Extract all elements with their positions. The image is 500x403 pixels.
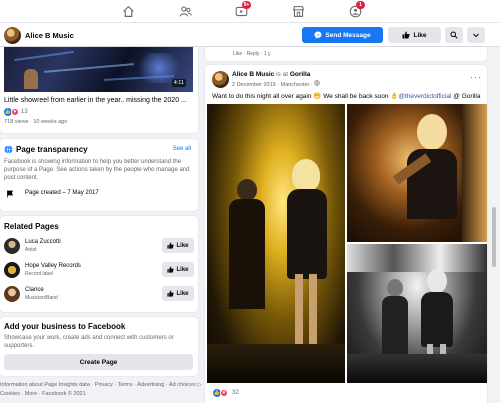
post-text: Want to do this night all over again 😁 W…: [212, 92, 480, 100]
related-page-like-label: Like: [176, 266, 189, 273]
more-options-button[interactable]: [467, 27, 485, 43]
page-avatar[interactable]: [4, 27, 21, 44]
post-photo-singers[interactable]: [207, 104, 345, 383]
transparency-see-all-link[interactable]: See all: [173, 146, 191, 152]
post-meta: 2 December 2019 · Manchester ·: [232, 80, 320, 88]
post-text-part: We shall be back soon: [321, 93, 391, 100]
post-author-avatar[interactable]: [212, 71, 229, 88]
post-options-icon[interactable]: ···: [470, 72, 482, 82]
previous-post-card: Like · Reply · 1 y: [205, 47, 487, 61]
related-page-category: Artist: [25, 247, 37, 253]
footer-links[interactable]: Information about Page Insights data · P…: [0, 382, 202, 388]
search-icon: [450, 31, 458, 39]
post-author-name[interactable]: Alice B Music: [232, 71, 274, 78]
related-page-category: Record label: [25, 271, 54, 277]
post-text-part: Want to do this night all over again: [212, 93, 314, 100]
related-page-like-label: Like: [176, 242, 189, 249]
globe-icon: [4, 145, 13, 154]
related-page-item[interactable]: Hope Valley Records Record label Like: [4, 260, 194, 280]
page-scrollbar[interactable]: [490, 47, 498, 403]
home-icon[interactable]: [121, 4, 135, 18]
watch-icon[interactable]: 9+: [234, 1, 251, 18]
footer-copyright[interactable]: Cookies · More · Facebook © 2021: [0, 391, 86, 397]
post-header-line: Alice B Music is at Gorilla: [232, 71, 310, 78]
send-message-label: Send Message: [325, 31, 371, 39]
related-page-name[interactable]: Clarice: [25, 287, 44, 293]
post-reaction-count: 32: [232, 390, 239, 396]
add-business-description: Showcase your work, create ads and conne…: [4, 335, 174, 349]
transparency-description: Facebook is showing information to help …: [4, 159, 190, 181]
related-page-avatar[interactable]: [4, 262, 20, 278]
related-page-like-button[interactable]: Like: [162, 238, 194, 253]
video-duration: 4:11: [171, 79, 186, 87]
thumbs-up-icon: [167, 266, 175, 273]
thumbs-up-icon: [402, 31, 411, 39]
video-reactions[interactable]: 👍 ♥ 13: [4, 108, 28, 116]
marketplace-icon[interactable]: [291, 4, 305, 18]
post-is-at: is at: [276, 71, 288, 78]
globe-icon: [314, 80, 320, 86]
post-text-part: @ Gorilla: [451, 93, 481, 100]
post-timestamp[interactable]: 2 December 2019 · Manchester ·: [232, 82, 314, 88]
send-message-button[interactable]: Send Message: [302, 27, 383, 43]
post-reactions[interactable]: 👍 ♥ 32: [213, 389, 239, 397]
page-name[interactable]: Alice B Music: [25, 31, 74, 40]
related-page-avatar[interactable]: [4, 286, 20, 302]
search-page-button[interactable]: [445, 27, 463, 43]
thumbs-up-icon: [167, 242, 175, 249]
related-page-like-button[interactable]: Like: [162, 262, 194, 277]
video-views: 718 views · 10 weeks ago: [4, 119, 68, 125]
watch-badge: 9+: [242, 1, 251, 9]
page-header: Alice B Music Send Message Like: [0, 23, 500, 47]
related-page-name[interactable]: Luca Zuccotti: [25, 239, 61, 245]
flag-icon: [7, 190, 14, 198]
related-page-category: Musician/Band: [25, 295, 58, 301]
related-page-like-button[interactable]: Like: [162, 286, 194, 301]
transparency-title: Page transparency: [16, 145, 88, 154]
scrollbar-thumb[interactable]: [492, 207, 496, 267]
chevron-down-icon: [473, 33, 479, 38]
groups-badge: 1: [356, 1, 365, 9]
post-mention-link[interactable]: @theverdictofficial: [398, 93, 451, 100]
create-page-button[interactable]: Create Page: [4, 354, 193, 370]
related-page-avatar[interactable]: [4, 238, 20, 254]
post-place-link[interactable]: Gorilla: [290, 71, 311, 78]
love-reaction-icon: ♥: [11, 108, 19, 116]
related-page-like-label: Like: [176, 290, 189, 297]
comment-actions[interactable]: Like · Reply · 1 y: [233, 51, 271, 57]
video-reaction-count: 13: [21, 109, 28, 115]
page-transparency-card: Page transparency See all Facebook is sh…: [0, 139, 198, 211]
video-title[interactable]: Little showreel from earlier in the year…: [4, 97, 187, 104]
thumbs-up-icon: [167, 290, 175, 297]
related-pages-title: Related Pages: [4, 222, 59, 231]
related-page-item[interactable]: Luca Zuccotti Artist Like: [4, 236, 194, 256]
top-navigation: 9+ 1: [0, 0, 500, 23]
related-pages-card: Related Pages Luca Zuccotti Artist Like …: [0, 216, 198, 312]
like-page-button[interactable]: Like: [388, 27, 441, 43]
post-photo-guitarist[interactable]: [347, 104, 487, 242]
messenger-icon: [314, 31, 322, 39]
like-page-label: Like: [413, 31, 427, 39]
friends-icon[interactable]: [178, 4, 192, 18]
video-thumbnail[interactable]: 4:11: [4, 47, 193, 92]
groups-icon[interactable]: 1: [348, 1, 365, 18]
love-reaction-icon: ♥: [220, 389, 228, 397]
page-created-text: Page created – 7 May 2017: [25, 190, 99, 196]
post-photo-band-bw[interactable]: [347, 244, 487, 383]
related-page-name[interactable]: Hope Valley Records: [25, 263, 81, 269]
add-business-title: Add your business to Facebook: [4, 322, 126, 331]
related-page-item[interactable]: Clarice Musician/Band Like: [4, 284, 194, 304]
